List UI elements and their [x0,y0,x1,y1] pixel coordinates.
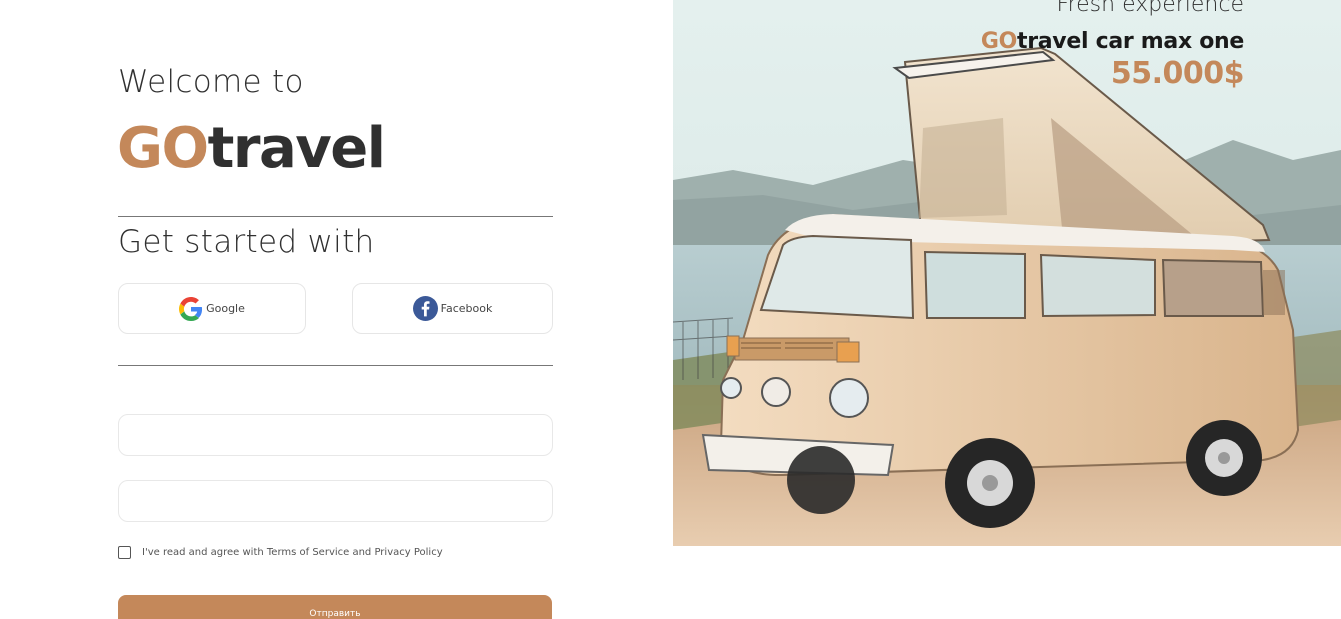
hero-model-accent: GO [980,29,1017,54]
submit-button[interactable]: Отправить [118,595,552,619]
brand-accent: GO [117,116,209,181]
second-input-field[interactable] [118,480,553,522]
signup-panel: Welcome to GOtravel Get started with Goo… [0,0,673,619]
terms-checkbox[interactable] [118,546,131,559]
divider-bottom [118,365,553,366]
get-started-heading: Get started with [118,224,375,260]
hero-banner: Fresh experience GOtravel car max one 55… [673,0,1341,546]
facebook-label: Facebook [440,302,493,315]
facebook-button[interactable]: Facebook [352,283,553,334]
hero-model-name: GOtravel car max one [981,29,1244,54]
terms-agreement: I've read and agree with Terms of Servic… [118,546,443,559]
google-button[interactable]: Google [118,283,306,334]
brand-rest: travel [207,116,386,181]
brand-logo: GOtravel [117,116,386,181]
divider-top [118,216,553,217]
hero-tagline: Fresh experience [1056,0,1244,17]
welcome-heading: Welcome to [118,64,304,100]
google-icon [179,296,203,321]
terms-text: I've read and agree with Terms of Servic… [142,547,443,558]
first-input-field[interactable] [118,414,553,456]
google-label: Google [206,302,245,315]
facebook-icon [412,296,438,321]
hero-model-rest: travel car max one [1017,29,1244,54]
hero-price: 55.000$ [1110,56,1245,91]
